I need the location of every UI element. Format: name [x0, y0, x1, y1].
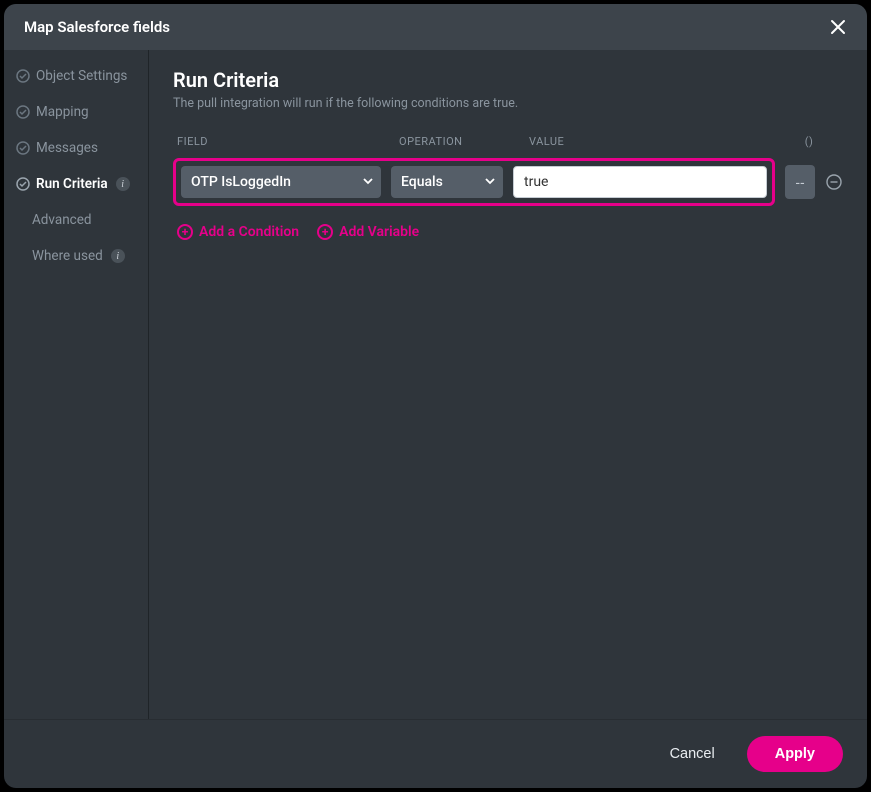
sidebar-item-where-used[interactable]: Where used i — [4, 238, 148, 274]
info-icon: i — [116, 177, 130, 191]
close-button[interactable] — [829, 18, 847, 36]
add-condition-link[interactable]: + Add a Condition — [177, 224, 299, 240]
operation-select-value: Equals — [401, 174, 443, 190]
check-icon — [16, 177, 30, 191]
col-header-value: VALUE — [529, 135, 767, 148]
field-select-value: OTP IsLoggedIn — [191, 174, 291, 190]
col-header-group: () — [779, 135, 839, 148]
add-variable-label: Add Variable — [339, 224, 419, 240]
check-icon — [16, 105, 30, 119]
modal: Map Salesforce fields Object Settings Ma… — [4, 4, 867, 788]
check-icon — [16, 69, 30, 83]
page-title: Run Criteria — [173, 68, 843, 92]
apply-button[interactable]: Apply — [747, 736, 843, 772]
field-select[interactable]: OTP IsLoggedIn — [181, 166, 381, 198]
chevron-down-icon — [485, 174, 495, 190]
modal-header: Map Salesforce fields — [4, 4, 867, 50]
page-subtitle: The pull integration will run if the fol… — [173, 96, 843, 111]
sidebar-item-label: Messages — [36, 140, 98, 156]
add-variable-link[interactable]: + Add Variable — [317, 224, 419, 240]
modal-title: Map Salesforce fields — [24, 18, 170, 36]
plus-circle-icon: + — [177, 224, 193, 240]
sidebar-item-messages[interactable]: Messages — [4, 130, 148, 166]
sidebar-item-label: Where used — [32, 248, 103, 264]
check-icon — [16, 141, 30, 155]
cancel-button[interactable]: Cancel — [658, 738, 727, 770]
sidebar-item-mapping[interactable]: Mapping — [4, 94, 148, 130]
close-icon — [829, 18, 847, 36]
add-condition-label: Add a Condition — [199, 224, 299, 240]
sidebar-item-label: Object Settings — [36, 68, 127, 84]
column-headers: FIELD OPERATION VALUE () — [173, 135, 843, 148]
minus-circle-icon — [826, 174, 842, 190]
plus-circle-icon: + — [317, 224, 333, 240]
sidebar-item-object-settings[interactable]: Object Settings — [4, 58, 148, 94]
modal-footer: Cancel Apply — [4, 719, 867, 788]
chevron-down-icon — [363, 174, 373, 190]
col-header-operation: OPERATION — [399, 135, 517, 148]
group-button[interactable]: -- — [785, 165, 815, 199]
sidebar-item-label: Advanced — [32, 212, 92, 228]
sidebar-item-label: Mapping — [36, 104, 89, 120]
condition-row: OTP IsLoggedIn Equals -- — [173, 158, 843, 206]
sidebar-item-label: Run Criteria — [36, 176, 108, 192]
highlighted-condition: OTP IsLoggedIn Equals — [173, 158, 775, 206]
sidebar-item-advanced[interactable]: Advanced — [4, 202, 148, 238]
remove-condition-button[interactable] — [825, 173, 843, 191]
operation-select[interactable]: Equals — [391, 166, 503, 198]
action-links: + Add a Condition + Add Variable — [173, 224, 843, 240]
main-panel: Run Criteria The pull integration will r… — [149, 50, 867, 719]
col-header-field: FIELD — [177, 135, 387, 148]
value-input[interactable] — [513, 166, 767, 198]
sidebar-item-run-criteria[interactable]: Run Criteria i — [4, 166, 148, 202]
info-icon: i — [111, 249, 125, 263]
sidebar: Object Settings Mapping Messages Run Cri… — [4, 50, 149, 719]
modal-body: Object Settings Mapping Messages Run Cri… — [4, 50, 867, 719]
